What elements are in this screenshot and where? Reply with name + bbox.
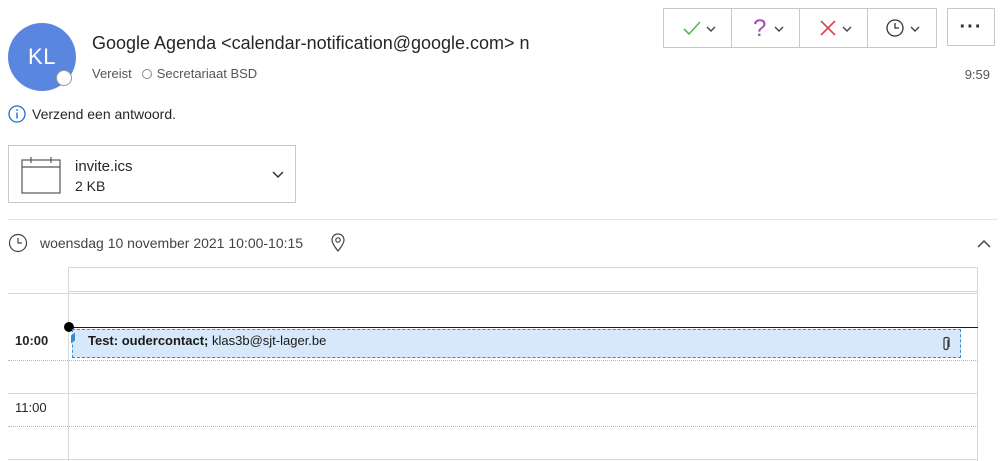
grid-line [8, 293, 978, 294]
recipient-line: Vereist Secretariaat BSD [92, 66, 257, 81]
sender-name[interactable]: Google Agenda <calendar-notification@goo… [92, 33, 637, 54]
info-text: Verzend een antwoord. [32, 106, 176, 122]
hour-label-10: 10:00 [15, 333, 49, 348]
calendar-file-icon [21, 157, 61, 194]
attachment-clip-icon [943, 336, 950, 351]
half-hour-line [8, 360, 978, 361]
chevron-down-icon[interactable] [271, 170, 285, 180]
collapse-chevron-up-icon[interactable] [976, 239, 992, 249]
more-dots-icon: ··· [959, 15, 983, 38]
event-marker [71, 332, 75, 344]
grid-line [68, 291, 978, 292]
grid-line [68, 267, 978, 268]
check-icon [682, 21, 715, 36]
clock-icon [8, 233, 28, 253]
meeting-datetime: woensdag 10 november 2021 10:00-10:15 [40, 235, 304, 251]
required-label: Vereist [92, 66, 132, 81]
presence-ring-icon [141, 68, 152, 79]
grid-line [8, 459, 978, 460]
event-organizer: klas3b@sjt-lager.be [212, 333, 327, 348]
meeting-time-row: woensdag 10 november 2021 10:00-10:15 [8, 233, 346, 253]
time-column-divider [68, 267, 69, 461]
x-icon [819, 20, 851, 36]
clock-icon [886, 19, 920, 37]
tentative-button[interactable]: ? [732, 9, 800, 47]
location-pin-icon[interactable] [330, 233, 346, 253]
received-time: 9:59 [964, 67, 990, 82]
half-hour-line [8, 426, 978, 427]
info-bar: Verzend een antwoord. [8, 105, 176, 123]
avatar-initials: KL [28, 44, 56, 69]
attachment-filename: invite.ics [75, 158, 133, 175]
current-time-line [68, 327, 978, 328]
day-column-edge [977, 267, 978, 461]
question-icon: ? [753, 16, 783, 40]
accept-button[interactable] [664, 9, 732, 47]
attachment-size: 2 KB [75, 178, 106, 194]
presence-status-icon [56, 70, 72, 86]
more-actions-button[interactable]: ··· [947, 8, 995, 46]
event-title: Test: oudercontact; [88, 333, 209, 348]
rsvp-toolbar: ? [663, 8, 937, 48]
info-icon [8, 105, 26, 123]
hour-label-11: 11:00 [15, 400, 47, 415]
decline-button[interactable] [800, 9, 868, 47]
calendar-preview: 10:00 11:00 Test: oudercontact; klas3b@s… [0, 267, 1004, 461]
grid-line [8, 393, 978, 394]
section-divider [8, 219, 998, 220]
attachment-card[interactable]: invite.ics 2 KB [8, 145, 296, 203]
event-text: Test: oudercontact; klas3b@sjt-lager.be [88, 333, 326, 348]
calendar-event[interactable]: Test: oudercontact; klas3b@sjt-lager.be [71, 329, 961, 358]
recipient-name[interactable]: Secretariaat BSD [157, 66, 257, 81]
svg-text:?: ? [753, 16, 766, 40]
propose-time-button[interactable] [868, 9, 936, 47]
